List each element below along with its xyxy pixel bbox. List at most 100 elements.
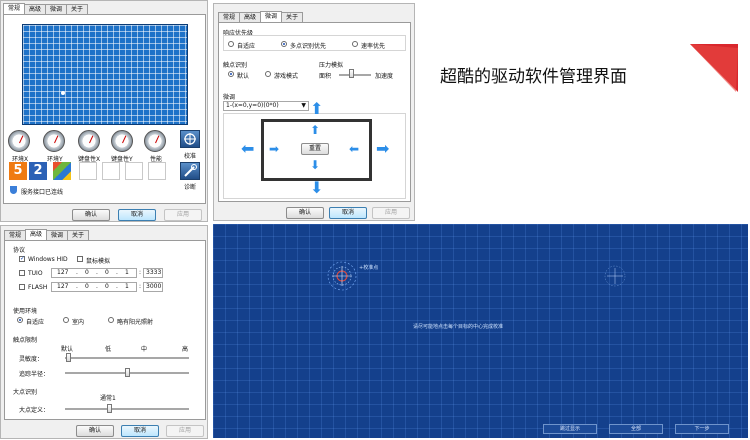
empty-slot <box>148 162 166 180</box>
touch-title: 触点识别 <box>223 62 248 69</box>
apply-button[interactable]: 应用 <box>164 209 202 221</box>
env-radio-indoor[interactable] <box>63 317 69 323</box>
tab-general[interactable]: 常规 <box>3 3 26 14</box>
arrow-left-icon[interactable]: ⬅ <box>241 141 254 157</box>
flash-checkbox[interactable] <box>19 284 25 290</box>
tuio-port-field[interactable]: 3333 <box>143 268 163 278</box>
big-point-scale: 通常1 <box>100 395 116 402</box>
calibrate-label: 校准 <box>184 153 197 160</box>
cancel-button[interactable]: 取消 <box>118 209 156 221</box>
ip-octet: 0 <box>105 269 109 276</box>
tab-general[interactable]: 常规 <box>4 230 27 240</box>
ip-octet: 0 <box>85 269 89 276</box>
ok-button[interactable]: 确认 <box>72 209 110 221</box>
tab-advanced[interactable]: 高级 <box>24 4 47 14</box>
touch-radio-default[interactable] <box>228 71 234 77</box>
tab-tune[interactable]: 微调 <box>260 11 283 22</box>
windows-logo-icon <box>53 162 71 180</box>
tune-settings-window: 常规 高级 微调 关于 响应优先级 自适应 多点识别优先 速率优先 触点识别 默… <box>213 3 415 221</box>
priority-radio-adaptive[interactable] <box>228 41 234 47</box>
touch-point-icon <box>61 91 65 95</box>
track-radius-label: 追踪半径： <box>19 371 50 378</box>
calibration-screen: +校准点 请尽可能地点击每个目标的中心完成校准 跳过显示 全部 下一步 <box>213 224 748 438</box>
tab-content: 协议 ✓ Windows HID 鼠标模拟 TUIO 127 . 0 . 0 .… <box>4 240 206 420</box>
mouse-sim-checkbox[interactable] <box>77 256 83 262</box>
big-point-slider[interactable] <box>65 408 189 410</box>
apply-button[interactable]: 应用 <box>166 425 204 437</box>
tuio-ip-field[interactable]: 127 . 0 . 0 . 1 <box>51 268 137 278</box>
advanced-settings-window: 常规 高级 微调 关于 协议 ✓ Windows HID 鼠标模拟 TUIO 1… <box>0 225 208 439</box>
calibrate-button[interactable] <box>180 130 200 148</box>
big-point-slider-thumb[interactable] <box>107 404 112 413</box>
ip-dot: . <box>116 283 118 290</box>
sensitivity-slider-thumb[interactable] <box>66 353 71 362</box>
gauge-perf-icon <box>144 130 166 152</box>
ip-dot: . <box>116 269 118 276</box>
calibration-target-icon[interactable] <box>326 260 358 292</box>
skip-display-button[interactable]: 跳过显示 <box>543 424 597 434</box>
empty-slot <box>102 162 120 180</box>
env-radio-sunlight[interactable] <box>108 317 114 323</box>
scale-label: 高 <box>182 346 189 353</box>
touch-label: 游戏模式 <box>274 73 299 80</box>
wrench-icon <box>184 164 197 177</box>
pressure-right-label: 加速度 <box>375 73 394 80</box>
arrow-right-inner-icon[interactable]: ➡ <box>269 141 279 157</box>
port-colon: : <box>139 283 142 290</box>
windows-hid-checkbox[interactable]: ✓ <box>19 256 25 262</box>
diagnose-button[interactable] <box>180 162 200 180</box>
arrow-down-icon[interactable]: ⬇ <box>310 180 323 196</box>
ip-dot: . <box>76 283 78 290</box>
ok-button[interactable]: 确认 <box>286 207 324 219</box>
tab-about[interactable]: 关于 <box>281 12 304 22</box>
priority-radio-multitouch[interactable] <box>281 41 287 47</box>
general-settings-window: 常规 高级 微调 关于 环境X 环境Y 键盘性X 键盘性Y 性能 校准 诊断 5… <box>0 0 208 222</box>
tab-content: 环境X 环境Y 键盘性X 键盘性Y 性能 校准 诊断 5 2 服务接口已连线 <box>3 14 206 204</box>
flash-port-field[interactable]: 3000 <box>143 282 163 292</box>
arrow-right-icon[interactable]: ➡ <box>376 141 389 157</box>
env-radio-adaptive[interactable] <box>17 317 23 323</box>
ip-dot: . <box>96 269 98 276</box>
priority-radio-speed[interactable] <box>352 41 358 47</box>
calibration-instruction: 请尽可能地点击每个目标的中心完成校准 <box>413 324 504 330</box>
gauge-env-y-icon <box>43 130 65 152</box>
all-button[interactable]: 全部 <box>609 424 663 434</box>
ip-octet: 0 <box>85 283 89 290</box>
tab-tune[interactable]: 微调 <box>46 230 69 240</box>
tune-select[interactable]: 1-(x=0,y=0)(0*0) ▼ <box>223 101 309 111</box>
calibration-target-dim-icon <box>604 265 626 287</box>
arrow-up-inner-icon[interactable]: ⬆ <box>310 122 320 138</box>
ip-octet: 0 <box>105 283 109 290</box>
touch-radio-game[interactable] <box>265 71 271 77</box>
track-radius-slider-thumb[interactable] <box>125 368 130 377</box>
ok-button[interactable]: 确认 <box>76 425 114 437</box>
tab-advanced[interactable]: 高级 <box>239 12 262 22</box>
tab-tune[interactable]: 微调 <box>45 4 68 14</box>
headline: 超酷的驱动软件管理界面 <box>440 67 627 87</box>
cancel-button[interactable]: 取消 <box>121 425 159 437</box>
big-point-title: 大点识别 <box>13 389 38 396</box>
tuio-checkbox[interactable] <box>19 270 25 276</box>
flash-label: FLASH <box>28 284 48 291</box>
pressure-left-label: 面积 <box>319 73 332 80</box>
tab-general[interactable]: 常规 <box>218 12 241 22</box>
pressure-title: 压力模拟 <box>319 62 344 69</box>
flash-ip-field[interactable]: 127 . 0 . 0 . 1 <box>51 282 137 292</box>
cancel-button[interactable]: 取消 <box>329 207 367 219</box>
next-button[interactable]: 下一步 <box>675 424 729 434</box>
windows-hid-label: Windows HID <box>28 256 68 263</box>
arrow-down-inner-icon[interactable]: ⬇ <box>310 157 320 173</box>
scale-label: 中 <box>141 346 148 353</box>
reset-button[interactable]: 重置 <box>301 143 329 155</box>
scale-label: 低 <box>105 346 112 353</box>
diagnose-label: 诊断 <box>184 184 197 191</box>
arrow-up-icon[interactable]: ⬆ <box>310 101 323 117</box>
apply-button[interactable]: 应用 <box>372 207 410 219</box>
tab-advanced[interactable]: 高级 <box>25 229 48 240</box>
tab-about[interactable]: 关于 <box>67 230 90 240</box>
sensitivity-slider[interactable] <box>65 357 189 359</box>
tab-about[interactable]: 关于 <box>66 4 89 14</box>
pressure-slider[interactable] <box>339 74 371 76</box>
pressure-slider-thumb[interactable] <box>349 69 354 78</box>
arrow-left-inner-icon[interactable]: ⬅ <box>349 141 359 157</box>
